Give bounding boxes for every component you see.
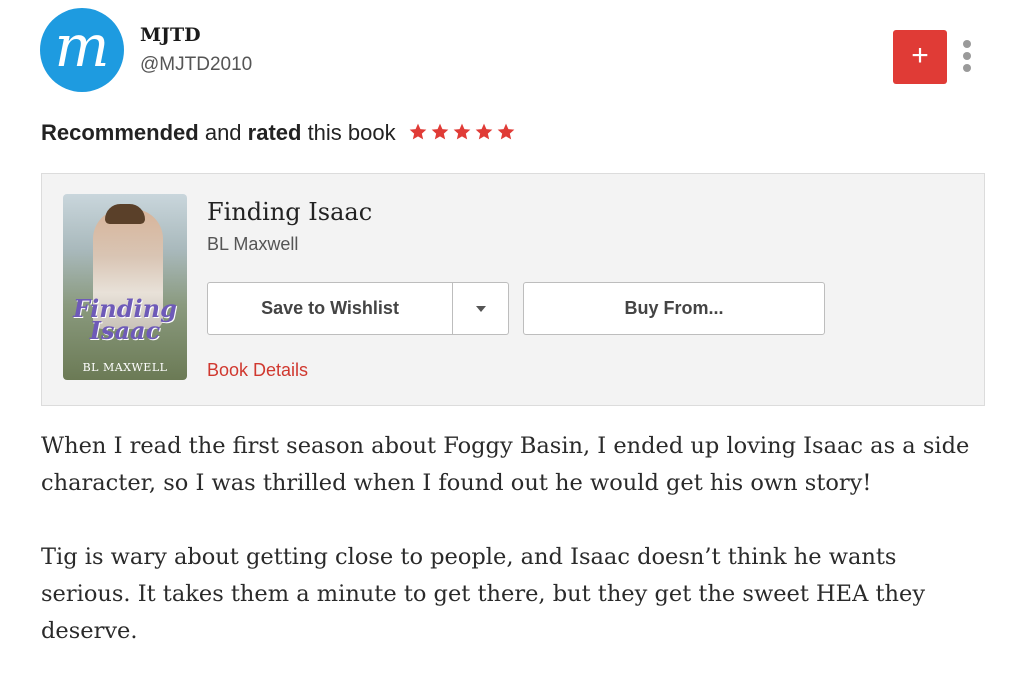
username[interactable]: MJTD (140, 24, 201, 46)
rated-label: rated (247, 120, 302, 145)
avatar-letter: m (54, 12, 110, 80)
more-options-icon[interactable] (958, 40, 976, 76)
book-title[interactable]: Finding Isaac (207, 198, 372, 226)
cover-author: BL MAXWELL (82, 361, 168, 374)
add-button[interactable]: + (893, 30, 947, 84)
this-book-label: this book (301, 120, 396, 145)
recommended-label: Recommended (41, 120, 199, 145)
star-icon (409, 123, 427, 140)
buy-from-button[interactable]: Buy From... (523, 282, 825, 335)
and-label: and (198, 120, 248, 145)
book-card: Finding Isaac BL MAXWELL Finding Isaac B… (41, 173, 985, 406)
cover-hair (105, 204, 145, 224)
star-icon (453, 123, 471, 140)
star-icon (497, 123, 515, 140)
cover-title: Finding Isaac (73, 294, 177, 345)
wishlist-dropdown-button[interactable] (453, 282, 509, 335)
star-rating (408, 122, 518, 148)
review-paragraph: Tig is wary about getting close to peopl… (41, 544, 926, 644)
book-cover[interactable]: Finding Isaac BL MAXWELL (63, 194, 187, 380)
avatar[interactable]: m (40, 8, 124, 92)
star-icon (475, 123, 493, 140)
book-details-link[interactable]: Book Details (207, 360, 308, 381)
review-text: When I read the first season about Foggy… (41, 428, 991, 687)
user-handle: @MJTD2010 (140, 54, 253, 75)
save-to-wishlist-button[interactable]: Save to Wishlist (207, 282, 453, 335)
review-paragraph: When I read the first season about Foggy… (41, 433, 970, 496)
star-icon (431, 123, 449, 140)
rating-line: Recommended and rated this book (41, 120, 518, 148)
caret-down-icon (475, 305, 486, 312)
book-author[interactable]: BL Maxwell (207, 234, 298, 255)
